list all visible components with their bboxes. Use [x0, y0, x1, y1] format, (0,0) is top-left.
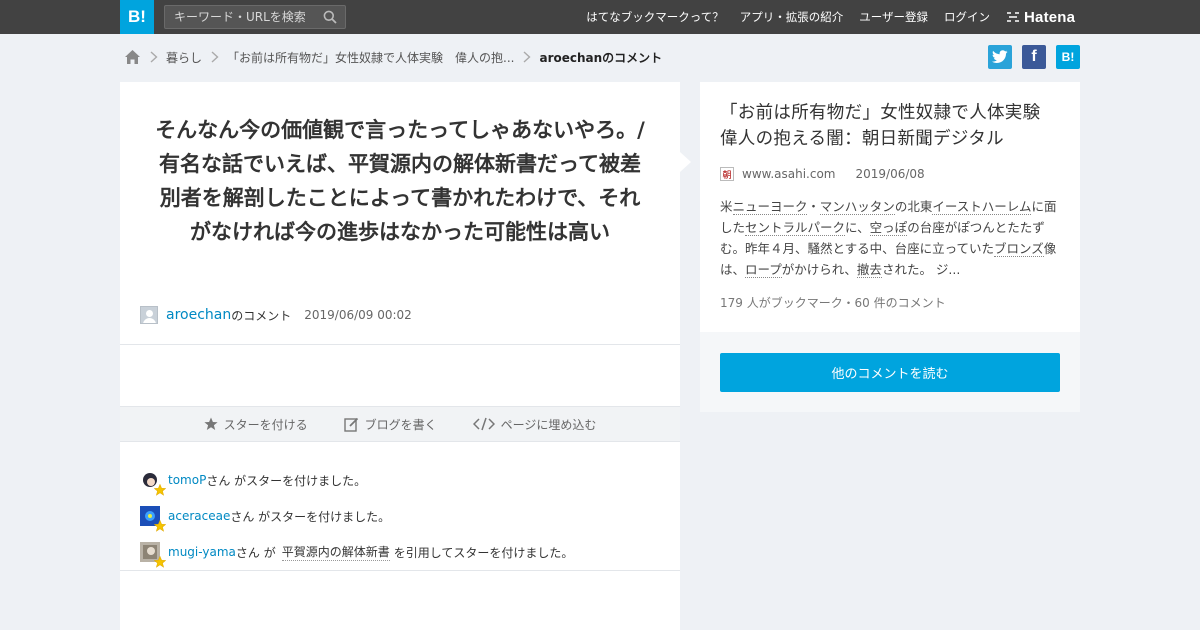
star-list: tomoP さん がスターを付けました。 aceraceae さん がスターを付…	[140, 462, 660, 570]
edit-icon	[343, 417, 358, 432]
write-blog-label: ブログを書く	[364, 417, 437, 432]
top-nav: はてなブックマークって？ アプリ・拡張の紹介 ユーザー登録 ログイン	[570, 0, 990, 34]
keyword-link[interactable]: マンハッタン	[819, 199, 895, 215]
list-item: mugi-yama さん が 平賀源内の解体新書 を引用してスターを付けました。	[140, 534, 660, 570]
entry-title-link[interactable]: 「お前は所有物だ」女性奴隷で人体実験 偉人の抱える闇：朝日新聞デジタル	[720, 100, 1065, 152]
breadcrumb: 暮らし 「お前は所有物だ」女性奴隷で人体実験 偉人の抱... aroechanの…	[124, 46, 662, 68]
nav-apps[interactable]: アプリ・拡張の紹介	[740, 9, 844, 25]
list-item: aceraceae さん がスターを付けました。	[140, 498, 660, 534]
keyword-link[interactable]: 空っぽ	[869, 220, 908, 236]
hatena-brand-text: Hatena	[1024, 8, 1076, 26]
write-blog-button[interactable]: ブログを書く	[343, 416, 437, 433]
comment-user-link[interactable]: aroechan	[166, 307, 231, 323]
star-user-link[interactable]: tomoP	[168, 473, 206, 487]
bookmark-count[interactable]: 179 人がブックマーク・60 件のコメント	[720, 294, 946, 311]
summary-text: の北東	[894, 199, 933, 214]
chevron-right-icon	[150, 51, 158, 63]
star-icon	[154, 556, 166, 568]
chevron-right-icon	[211, 51, 219, 63]
search-icon[interactable]	[323, 10, 337, 24]
entry-domain[interactable]: www.asahi.com	[742, 167, 836, 181]
read-other-comments-button[interactable]: 他のコメントを読む	[720, 353, 1060, 392]
hatena-bookmark-logo[interactable]: B!	[120, 0, 154, 34]
star-text: さん が	[235, 545, 276, 560]
star-text: を引用してスターを付けました。	[393, 545, 574, 560]
site-favicon-icon: 朝	[720, 167, 734, 181]
search-placeholder: キーワード・URLを検索	[174, 10, 306, 24]
divider	[120, 344, 680, 345]
chevron-right-icon	[523, 51, 532, 63]
search-input[interactable]: キーワード・URLを検索	[164, 5, 346, 29]
add-star-label: スターを付ける	[223, 417, 308, 432]
comment-user-suffix: のコメント	[231, 308, 292, 323]
star-text: さん がスターを付けました。	[206, 473, 367, 488]
breadcrumb-current: aroechanのコメント	[539, 50, 663, 65]
entry-source: 朝 www.asahi.com 2019/06/08	[720, 165, 925, 183]
breadcrumb-category[interactable]: 暮らし	[166, 49, 202, 66]
summary-text: された。 ジ...	[881, 262, 961, 277]
keyword-link[interactable]: ロープ	[745, 262, 782, 278]
keyword-link[interactable]: セントラルパーク	[745, 220, 846, 236]
hatena-brand-link[interactable]: Hatena	[1006, 8, 1075, 26]
action-bar: スターを付ける ブログを書く ページに埋め込む	[120, 406, 680, 442]
avatar[interactable]	[140, 506, 166, 532]
keyword-link[interactable]: ニューヨーク	[732, 199, 808, 215]
summary-text: に、	[845, 220, 870, 235]
code-icon	[472, 417, 495, 431]
star-icon	[154, 484, 166, 496]
summary-text: がかけられ、	[781, 262, 857, 277]
summary-text: 米	[720, 199, 733, 214]
comment-timestamp[interactable]: 2019/06/09 00:02	[304, 308, 412, 322]
add-star-button[interactable]: スターを付ける	[203, 416, 308, 433]
entry-summary: 米ニューヨーク・マンハッタンの北東イーストハーレムに面したセントラルパークに、空…	[720, 196, 1065, 280]
avatar[interactable]	[140, 470, 166, 496]
entry-date: 2019/06/08	[855, 167, 925, 181]
comment-text: そんなん今の価値観で言ったってしゃあないやろ。/有名な話でいえば、平賀源内の解体…	[155, 118, 645, 244]
divider	[120, 570, 680, 571]
keyword-link[interactable]: イーストハーレム	[932, 199, 1032, 215]
star-user-link[interactable]: aceraceae	[168, 509, 230, 523]
card-pointer	[680, 152, 691, 172]
hatena-bookmark-button[interactable]: B!	[1056, 45, 1080, 69]
star-text: さん がスターを付けました。	[230, 509, 391, 524]
list-item: tomoP さん がスターを付けました。	[140, 462, 660, 498]
star-user-link[interactable]: mugi-yama	[168, 545, 236, 559]
summary-text: ・	[807, 199, 820, 214]
breadcrumb-entry[interactable]: 「お前は所有物だ」女性奴隷で人体実験 偉人の抱...	[227, 49, 514, 66]
home-icon[interactable]	[124, 49, 141, 65]
hatena-mark-icon	[1007, 12, 1019, 22]
twitter-icon	[992, 50, 1008, 63]
keyword-link[interactable]: ブロンズ	[994, 241, 1044, 257]
facebook-share-button[interactable]: f	[1022, 45, 1046, 69]
star-icon	[203, 417, 218, 430]
avatar[interactable]	[140, 306, 158, 324]
quoted-text-link[interactable]: 平賀源内の解体新書	[281, 543, 390, 561]
nav-about[interactable]: はてなブックマークって？	[586, 9, 723, 25]
nav-register[interactable]: ユーザー登録	[859, 9, 928, 25]
keyword-link[interactable]: 撤去	[856, 262, 882, 278]
comment-meta: aroechan のコメント 2019/06/09 00:02	[140, 304, 412, 326]
embed-label: ページに埋め込む	[500, 417, 597, 432]
star-icon	[154, 520, 166, 532]
nav-login[interactable]: ログイン	[944, 9, 990, 25]
embed-button[interactable]: ページに埋め込む	[472, 416, 597, 433]
avatar[interactable]	[140, 542, 166, 568]
twitter-share-button[interactable]	[988, 45, 1012, 69]
